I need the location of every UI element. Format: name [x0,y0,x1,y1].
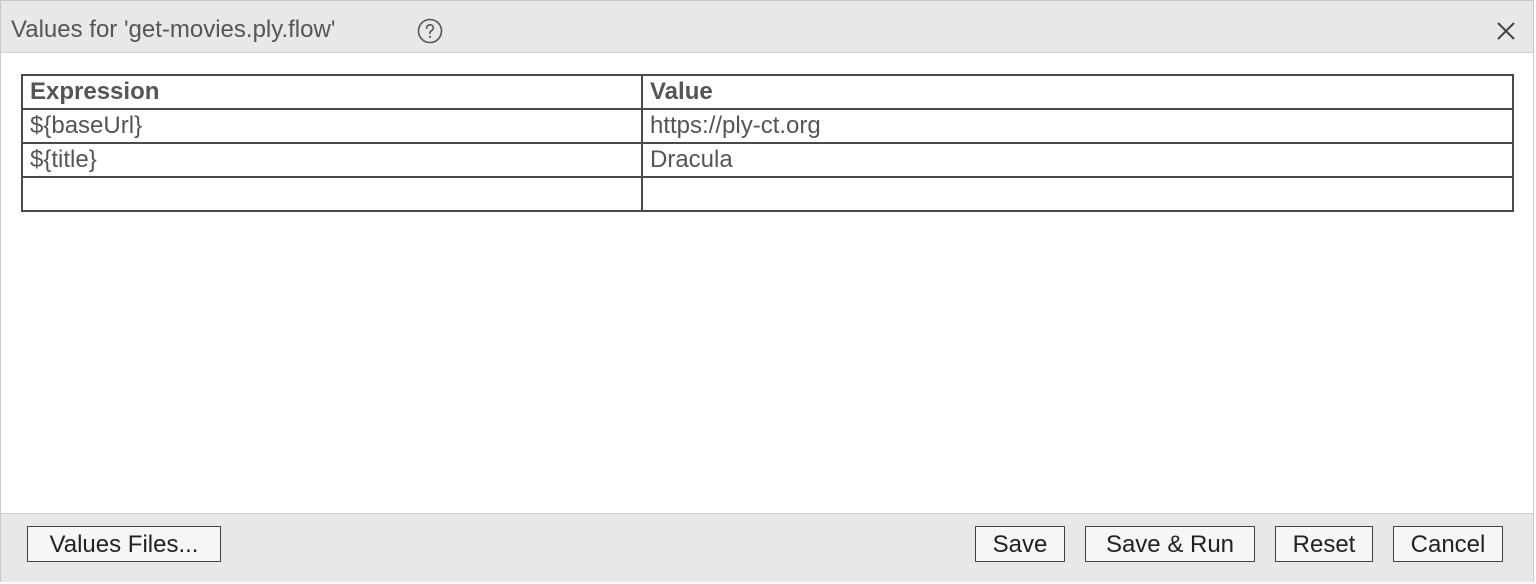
value-cell[interactable] [641,176,1514,212]
save-and-run-button[interactable]: Save & Run [1085,526,1255,562]
table-row-empty [21,176,1514,212]
expression-cell[interactable] [21,176,643,212]
values-table: Expression Value ${baseUrl} https://ply-… [21,74,1514,212]
value-cell[interactable]: https://ply-ct.org [641,108,1514,144]
value-cell[interactable]: Dracula [641,142,1514,178]
expression-cell[interactable]: ${baseUrl} [21,108,643,144]
column-header-value: Value [641,74,1514,110]
table-row: ${title} Dracula [21,142,1514,178]
dialog-title: Values for 'get-movies.ply.flow' [11,16,336,43]
cancel-button[interactable]: Cancel [1393,526,1503,562]
dialog-content: Expression Value ${baseUrl} https://ply-… [1,53,1533,513]
values-dialog: Values for 'get-movies.ply.flow' Express… [0,0,1534,582]
help-icon[interactable] [417,18,443,44]
table-header-row: Expression Value [21,74,1514,110]
dialog-footer: Values Files... Save Save & Run Reset Ca… [1,513,1533,582]
save-button[interactable]: Save [975,526,1065,562]
column-header-expression: Expression [21,74,643,110]
dialog-titlebar: Values for 'get-movies.ply.flow' [1,1,1533,53]
values-files-button[interactable]: Values Files... [27,526,221,562]
reset-button[interactable]: Reset [1275,526,1373,562]
table-row: ${baseUrl} https://ply-ct.org [21,108,1514,144]
close-icon[interactable] [1495,20,1517,42]
expression-cell[interactable]: ${title} [21,142,643,178]
